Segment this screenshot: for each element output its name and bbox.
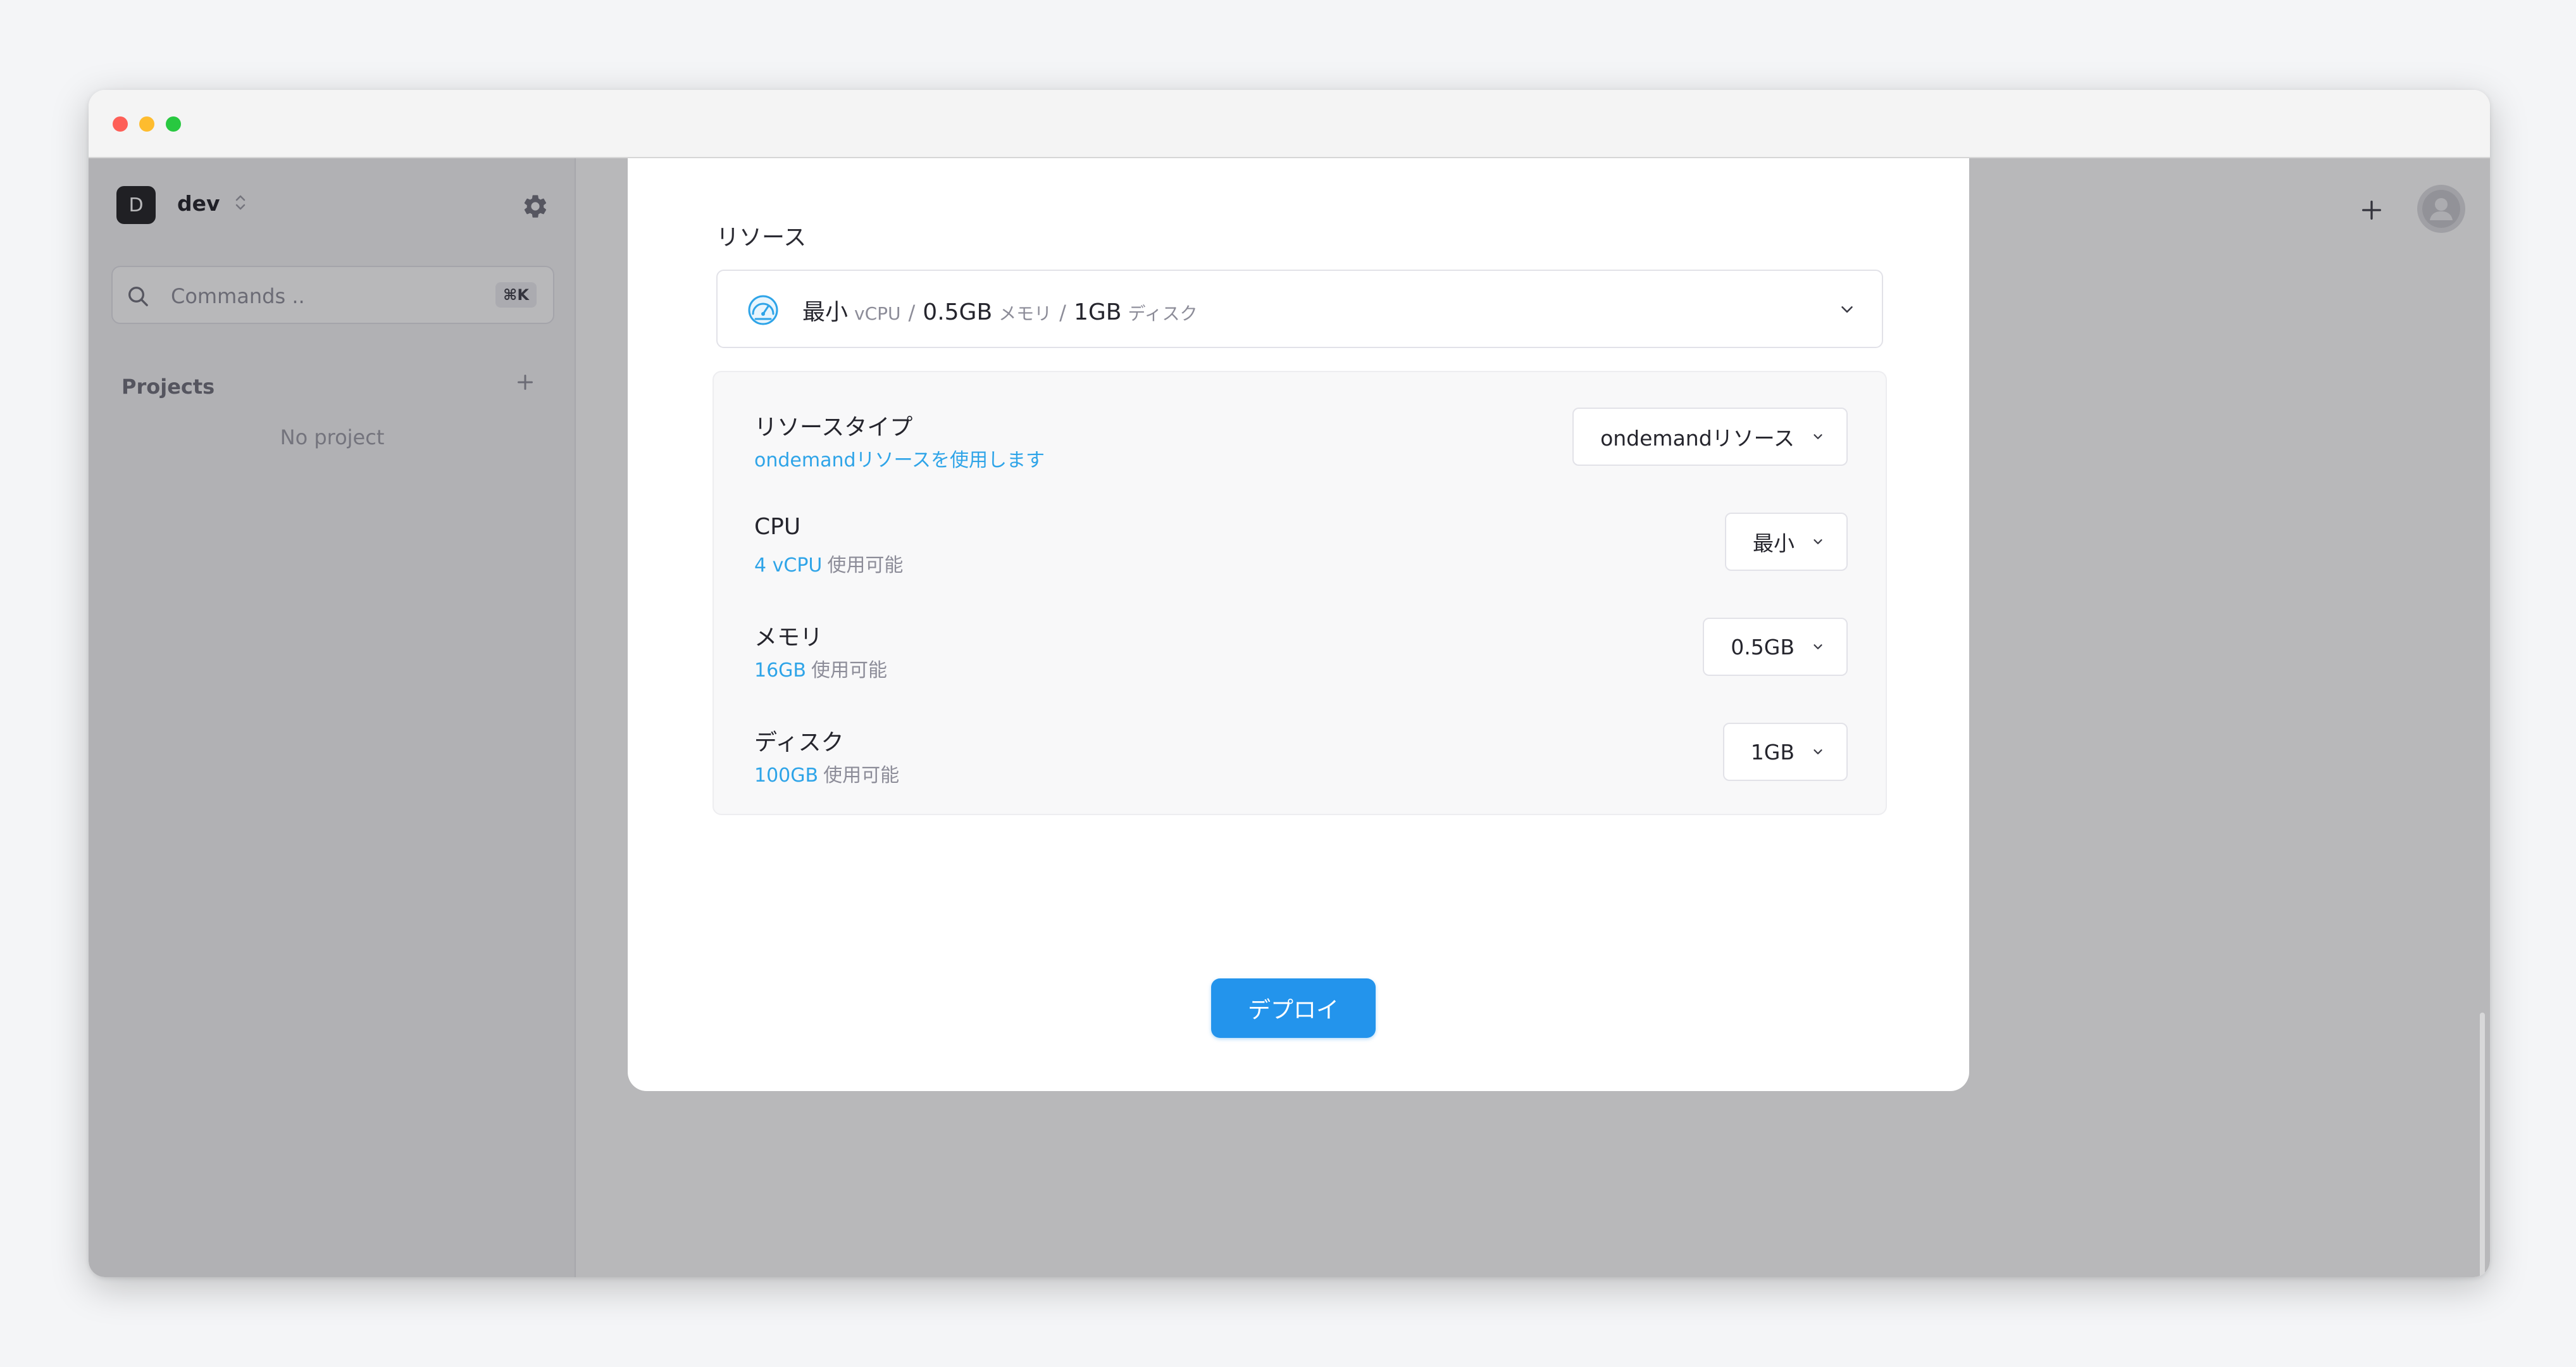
row-subtitle: 100GB 使用可能	[754, 759, 899, 787]
cpu-dropdown[interactable]: 最小	[1725, 513, 1848, 571]
summary-separator: /	[908, 301, 916, 325]
row-title: メモリ	[754, 625, 823, 651]
summary-separator: /	[1059, 301, 1066, 325]
dropdown-value: ondemandリソース	[1600, 426, 1795, 451]
minimize-window-button[interactable]	[139, 116, 154, 132]
window-titlebar	[89, 90, 2490, 158]
summary-memory-unit: メモリ	[999, 303, 1052, 324]
dropdown-value: 最小	[1753, 531, 1795, 556]
row-title: CPU	[754, 514, 801, 540]
app-window: D dev Commands .. ⌘K Projects No project…	[89, 90, 2490, 1277]
row-subtitle: 4 vCPU 使用可能	[754, 549, 903, 577]
row-subtitle-muted: 使用可能	[811, 659, 888, 682]
resource-type-dropdown[interactable]: ondemandリソース	[1572, 408, 1848, 466]
row-title: リソースタイプ	[754, 415, 913, 440]
close-window-button[interactable]	[113, 116, 128, 132]
deploy-modal: リソース 最小 vCPU / 0.5GB メモリ / 1GB ディスク リソース…	[628, 158, 1969, 1091]
row-subtitle-muted: 使用可能	[823, 765, 900, 787]
dropdown-value: 1GB	[1750, 739, 1795, 765]
resource-type-row: リソースタイプ ondemandリソースを使用します ondemandリソース	[754, 403, 1848, 478]
row-subtitle-highlight: 4 vCPU	[754, 554, 823, 577]
summary-disk-unit: ディスク	[1128, 303, 1198, 324]
summary-disk-value: 1GB	[1073, 299, 1122, 325]
memory-row: メモリ 16GB 使用可能 0.5GB	[754, 613, 1848, 689]
summary-cpu-unit: vCPU	[854, 303, 901, 324]
scrollbar[interactable]	[2480, 1013, 2485, 1277]
memory-dropdown[interactable]: 0.5GB	[1703, 618, 1848, 676]
chevron-down-icon	[1814, 749, 1822, 754]
row-subtitle-highlight: 100GB	[754, 765, 819, 787]
row-subtitle-highlight: 16GB	[754, 659, 807, 682]
chevron-down-icon	[1841, 306, 1853, 313]
chevron-down-icon	[1814, 644, 1822, 649]
resource-section-label: リソース	[716, 225, 807, 251]
row-subtitle-highlight: ondemandリソースを使用します	[754, 449, 1045, 471]
disk-dropdown[interactable]: 1GB	[1722, 723, 1848, 781]
disk-row: ディスク 100GB 使用可能 1GB	[754, 718, 1848, 794]
summary-memory-value: 0.5GB	[923, 299, 993, 325]
cpu-row: CPU 4 vCPU 使用可能 最小	[754, 508, 1848, 584]
chevron-down-icon	[1814, 539, 1822, 544]
resource-preset-select[interactable]: 最小 vCPU / 0.5GB メモリ / 1GB ディスク	[716, 270, 1883, 348]
speedometer-icon	[748, 295, 778, 325]
dropdown-value: 0.5GB	[1731, 634, 1795, 659]
resource-details-panel: リソースタイプ ondemandリソースを使用します ondemandリソース …	[712, 371, 1887, 815]
row-subtitle: 16GB 使用可能	[754, 654, 887, 682]
zoom-window-button[interactable]	[166, 116, 181, 132]
row-subtitle: ondemandリソースを使用します	[754, 444, 1045, 472]
row-title: ディスク	[754, 730, 844, 756]
deploy-button[interactable]: デプロイ	[1211, 978, 1376, 1038]
chevron-down-icon	[1814, 434, 1822, 439]
summary-cpu-value: 最小	[802, 299, 849, 325]
row-subtitle-muted: 使用可能	[827, 554, 904, 577]
resource-summary: 最小 vCPU / 0.5GB メモリ / 1GB ディスク	[802, 294, 1198, 327]
